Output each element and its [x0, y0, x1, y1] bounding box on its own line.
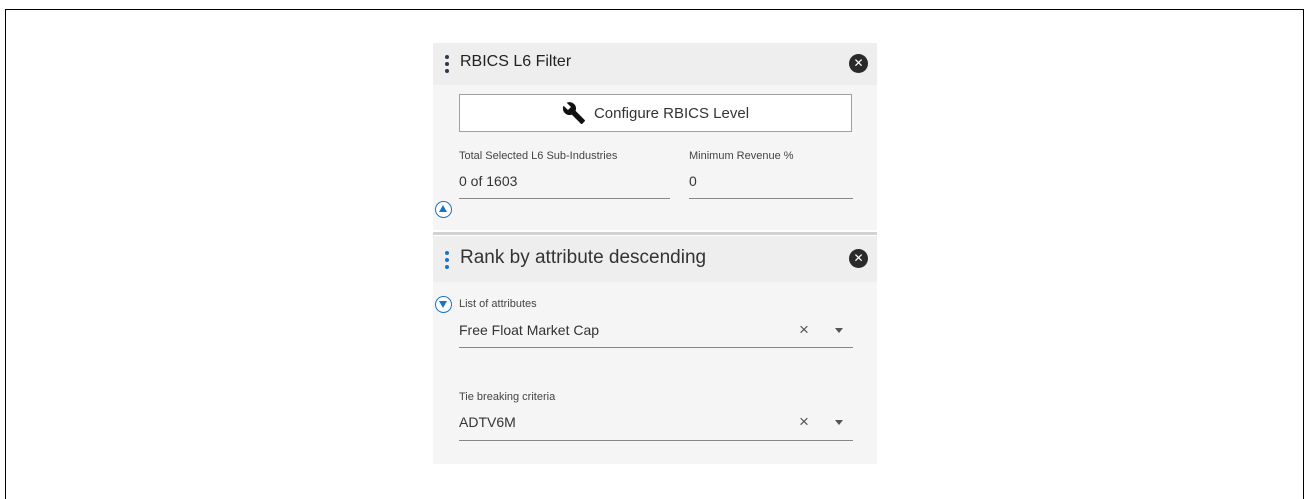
attributes-select[interactable]: Free Float Market Cap [459, 322, 599, 338]
tie-breaking-label: Tie breaking criteria [459, 391, 556, 403]
chevron-down-icon[interactable] [835, 420, 843, 425]
rbics-panel-title: RBICS L6 Filter [460, 53, 572, 70]
rank-panel-header: Rank by attribute descending ✕ [433, 236, 877, 282]
min-revenue-underline [689, 198, 853, 199]
rbics-panel-header: RBICS L6 Filter ✕ [433, 43, 877, 85]
min-revenue-label: Minimum Revenue % [689, 150, 794, 162]
min-revenue-input[interactable]: 0 [689, 173, 697, 189]
attributes-label: List of attributes [459, 298, 537, 310]
configure-button-label: Configure RBICS Level [593, 104, 750, 122]
attributes-underline [459, 347, 853, 348]
drag-handle-icon[interactable] [445, 251, 451, 271]
drag-handle-icon[interactable] [445, 55, 451, 75]
expand-down-icon[interactable] [435, 296, 452, 313]
rbics-filter-panel: RBICS L6 Filter ✕ Configure RBICS Level … [433, 43, 877, 230]
collapse-up-icon[interactable] [435, 201, 452, 218]
rank-panel-title: Rank by attribute descending [460, 247, 707, 268]
clear-icon[interactable]: × [799, 321, 809, 338]
tie-breaking-underline [459, 440, 853, 441]
close-icon[interactable]: ✕ [849, 249, 868, 268]
chevron-down-icon[interactable] [835, 328, 843, 333]
close-icon[interactable]: ✕ [849, 54, 868, 73]
total-selected-value: 0 of 1603 [459, 173, 518, 189]
wrench-icon [562, 102, 585, 124]
configure-rbics-button[interactable]: Configure RBICS Level [459, 94, 852, 132]
clear-icon[interactable]: × [799, 413, 809, 430]
total-selected-label: Total Selected L6 Sub-Industries [459, 150, 618, 162]
total-selected-underline [459, 198, 670, 199]
rank-panel: Rank by attribute descending ✕ List of a… [433, 236, 877, 464]
tie-breaking-select[interactable]: ADTV6M [459, 414, 516, 430]
